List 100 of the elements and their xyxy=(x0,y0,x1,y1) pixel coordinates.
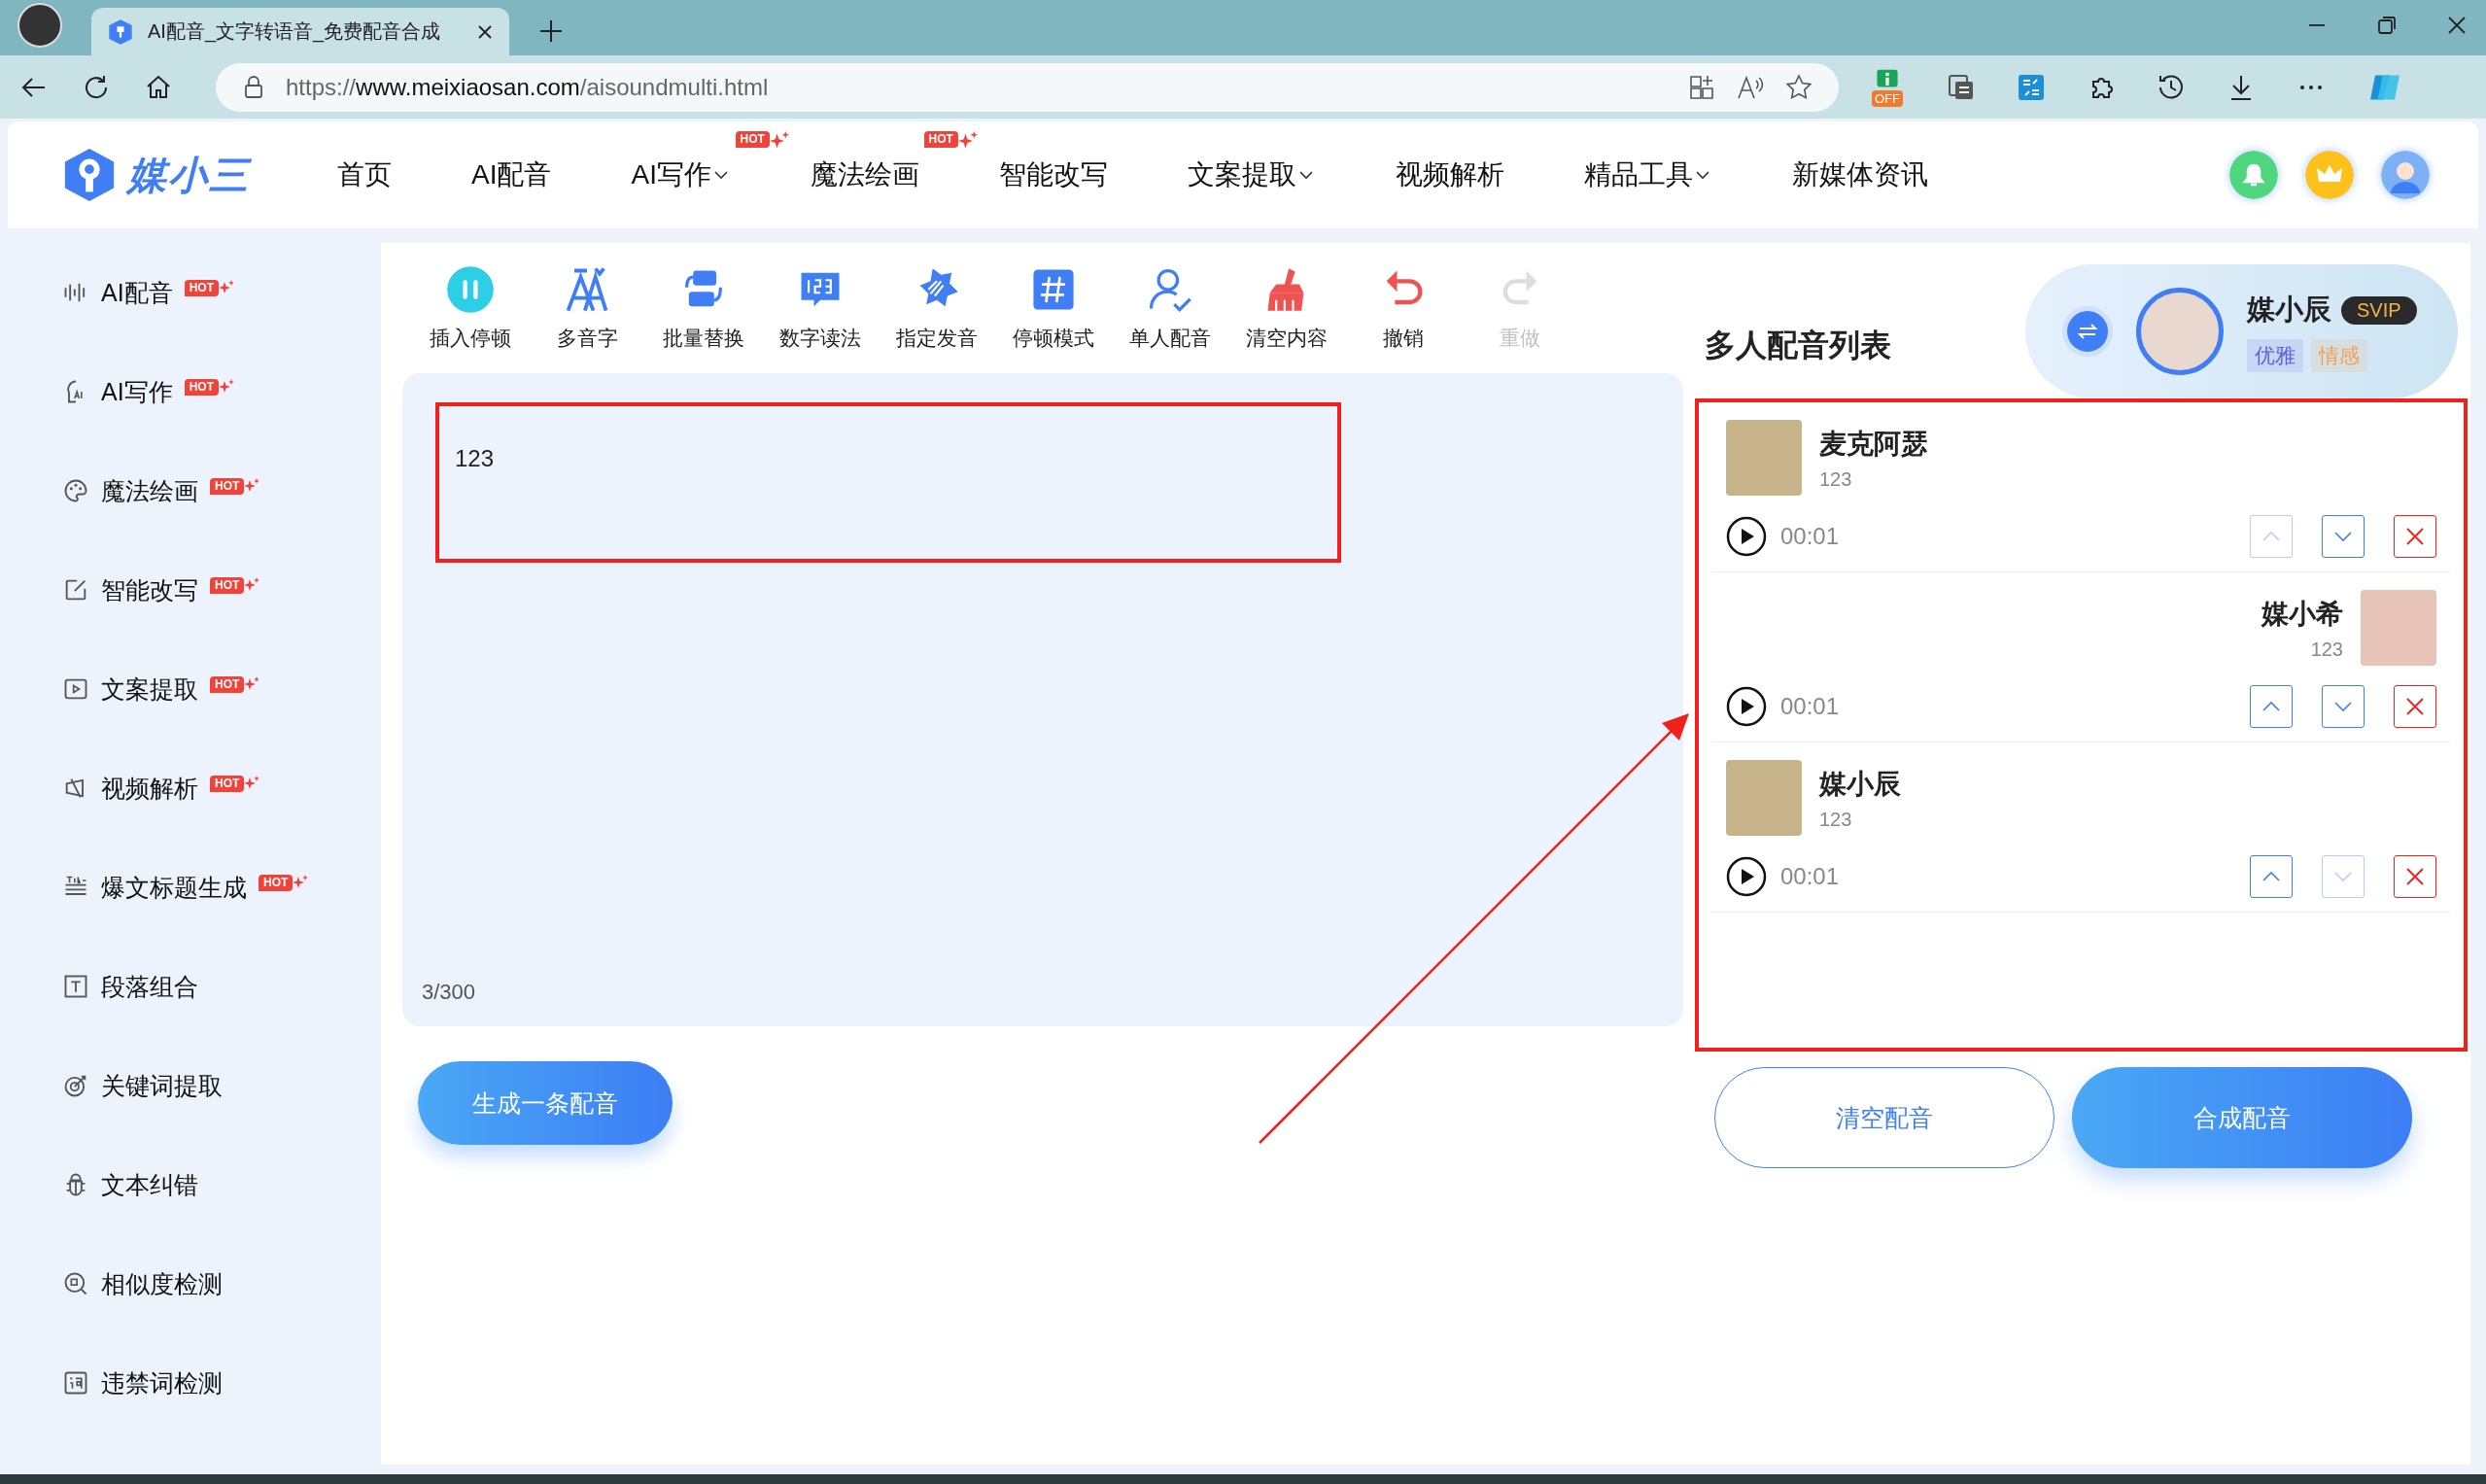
toolbar-button[interactable]: 指定发音 xyxy=(879,264,995,352)
speaker-name: 麦克阿瑟 xyxy=(1819,427,1928,461)
hot-badge: HOT xyxy=(184,378,219,396)
sparkle-icon xyxy=(244,775,260,791)
speaker-name: 媒小辰 xyxy=(1819,767,1901,801)
line-text: 123 xyxy=(1819,808,1853,831)
delete-button[interactable] xyxy=(2394,855,2436,898)
clear-button[interactable]: 清空配音 xyxy=(1714,1067,2054,1168)
play-icon[interactable] xyxy=(1726,516,1767,557)
sidebar-label: 爆文标题生成 xyxy=(101,872,247,903)
speaker-name: 媒小希 xyxy=(2262,597,2343,631)
toolbar-button[interactable]: 数字读法 xyxy=(762,264,879,352)
move-up-button[interactable] xyxy=(2250,685,2293,728)
off-badge: OFF xyxy=(1872,89,1903,107)
sparkle-icon xyxy=(769,131,789,151)
sidebar-label: 智能改写 xyxy=(101,574,198,605)
sidebar-label: 魔法绘画 xyxy=(101,475,198,506)
move-down-button[interactable] xyxy=(2322,515,2365,558)
sidebar-label: AI写作 xyxy=(101,376,173,407)
play-icon[interactable] xyxy=(1726,856,1767,897)
sidebar-label: 关键词提取 xyxy=(101,1070,223,1101)
sidebar-label: 文案提取 xyxy=(101,673,198,705)
sidebar-item[interactable]: AI配音 HOT xyxy=(8,243,381,342)
hot-badge: HOT xyxy=(210,477,245,495)
play-icon[interactable] xyxy=(1726,686,1767,727)
star-icon[interactable] xyxy=(1784,72,1813,102)
sidebar-item[interactable]: 视频解析 HOT xyxy=(8,739,381,838)
pause-icon xyxy=(445,264,496,315)
delete-button[interactable] xyxy=(2394,685,2436,728)
toolbar-button[interactable]: 撤销 xyxy=(1345,264,1462,352)
sidebar-item-icon xyxy=(62,1369,89,1397)
nav-link[interactable]: AI配音 xyxy=(471,156,552,193)
sidebar-item[interactable]: 魔法绘画 HOT xyxy=(8,441,381,540)
line-text: 123 xyxy=(1819,467,1853,491)
nav-link[interactable]: 视频解析 xyxy=(1395,156,1504,193)
sidebar-item[interactable]: 关键词提取 xyxy=(8,1036,381,1135)
voice-tag: 情感 xyxy=(2311,339,2367,372)
sidebar-item[interactable]: 文本纠错 xyxy=(8,1135,381,1234)
sidebar-item[interactable]: 段落组合 xyxy=(8,937,381,1036)
nav-link[interactable]: 智能改写 xyxy=(998,156,1108,193)
nav-link[interactable]: AI写作 xyxy=(631,156,711,193)
browser-tab[interactable]: AI配音_文字转语音_免费配音合成 xyxy=(91,8,509,55)
editor-text: 123 xyxy=(455,445,495,471)
character-counter: 3/300 xyxy=(422,980,477,1005)
switch-button[interactable] xyxy=(2062,306,2113,357)
sidebar-label: 文本纠错 xyxy=(101,1169,198,1200)
sidebar-item[interactable]: AI写作 HOT xyxy=(8,342,381,441)
site-favicon-icon xyxy=(107,17,134,46)
sidebar-item[interactable]: 文案提取 HOT xyxy=(8,639,381,739)
sidebar-item[interactable]: 爆文标题生成 HOT xyxy=(8,838,381,937)
toolbar-button[interactable]: 停顿模式 xyxy=(995,264,1112,352)
hot-badge: HOT xyxy=(210,576,245,594)
sidebar-item[interactable]: 智能改写 HOT xyxy=(8,540,381,639)
voice-tag: 优雅 xyxy=(2247,339,2303,372)
user-avatar[interactable] xyxy=(2381,151,2430,199)
sidebar-label: 违禁词检测 xyxy=(101,1367,223,1398)
nav-link[interactable]: 文案提取 xyxy=(1187,156,1296,193)
sparkle-icon xyxy=(218,279,234,295)
hot-badge: HOT xyxy=(259,874,293,891)
sidebar-label: 相似度检测 xyxy=(101,1268,223,1299)
delete-button[interactable] xyxy=(2394,515,2436,558)
profile-avatar[interactable] xyxy=(17,3,62,48)
nav-link[interactable]: 新媒体资讯 xyxy=(1791,156,1928,193)
logo-text[interactable]: 媒小三 xyxy=(127,148,250,202)
sparkle-icon xyxy=(293,874,309,890)
hot-badge: HOT xyxy=(210,775,245,792)
nav-link[interactable]: 首页 xyxy=(337,156,392,193)
duration-text: 00:01 xyxy=(1780,693,1841,720)
move-up-button[interactable] xyxy=(2250,855,2293,898)
sidebar-item-icon xyxy=(62,1270,89,1297)
duration-text: 00:01 xyxy=(1780,863,1841,890)
hot-badge: HOT xyxy=(184,279,219,296)
nav-link[interactable]: 魔法绘画 xyxy=(810,156,919,193)
move-down-button[interactable] xyxy=(2322,685,2365,728)
toolbar-button[interactable]: 插入停顿 xyxy=(412,264,529,352)
new-tab-icon[interactable] xyxy=(538,18,564,44)
hot-badge: HOT xyxy=(210,675,245,693)
hot-badge: HOT xyxy=(923,131,958,148)
address-bar[interactable]: https://www.meixiaosan.com/aisoundmulti.html xyxy=(216,62,1839,112)
sparkle-icon xyxy=(957,131,978,151)
toolbar-button[interactable]: 批量替换 xyxy=(645,264,762,352)
duration-text: 00:01 xyxy=(1780,523,1841,550)
close-tab-icon[interactable] xyxy=(476,22,494,41)
toolbar-button[interactable]: 清空内容 xyxy=(1228,264,1345,352)
svip-badge: SVIP xyxy=(2341,295,2417,325)
line-text: 123 xyxy=(2310,638,2343,661)
sidebar-label: 段落组合 xyxy=(101,971,198,1002)
url-text: https://www.meixiaosan.com/aisoundmulti.html xyxy=(286,73,770,101)
nav-link[interactable]: 精品工具 xyxy=(1583,156,1693,193)
text-editor[interactable]: 123 3/300 xyxy=(402,373,1683,1026)
sparkle-icon xyxy=(244,675,260,692)
toolbar-button[interactable]: 单人配音 xyxy=(1112,264,1228,352)
sidebar-item[interactable]: 相似度检测 xyxy=(8,1234,381,1333)
restore-icon[interactable] xyxy=(2375,14,2399,37)
sparkle-icon xyxy=(244,477,260,494)
sidebar-item[interactable]: 违禁词检测 xyxy=(8,1333,381,1432)
hot-badge: HOT xyxy=(735,131,770,148)
tab-title: AI配音_文字转语音_免费配音合成 xyxy=(148,19,442,45)
toolbar-button[interactable]: 多音字 xyxy=(529,264,645,352)
sidebar-label: 视频解析 xyxy=(101,773,198,804)
